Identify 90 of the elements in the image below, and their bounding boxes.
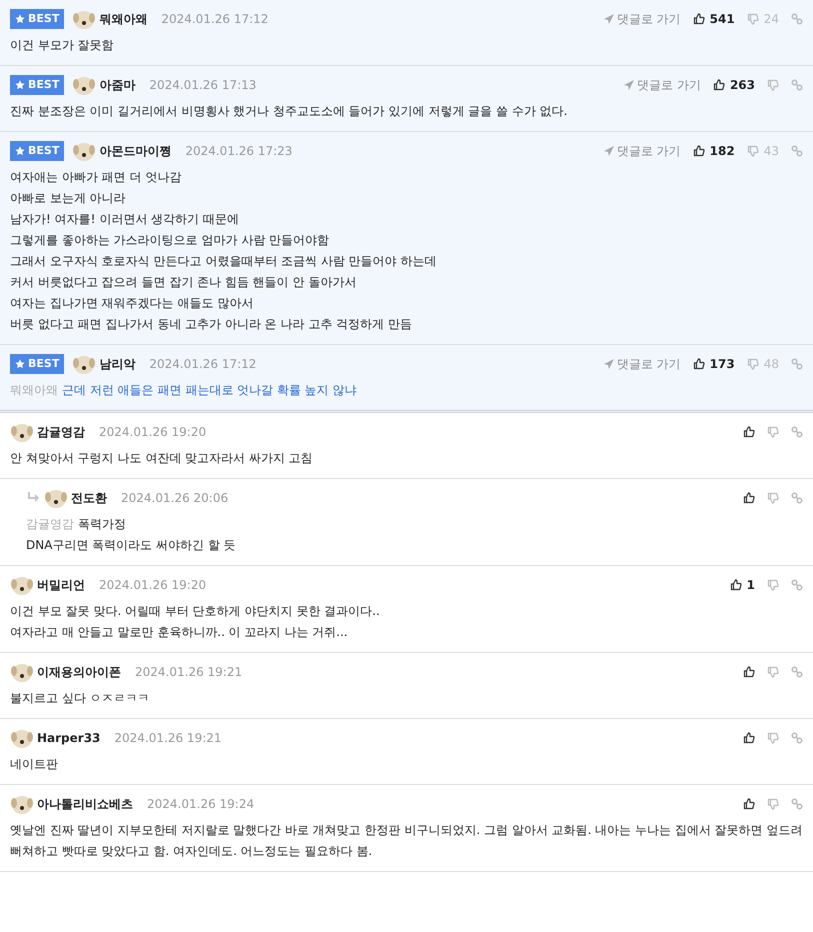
comment-date: 2024.01.26 17:23 xyxy=(185,143,292,160)
star-icon xyxy=(15,14,25,24)
link-icon[interactable] xyxy=(791,732,803,744)
comment-text: 옛날엔 진짜 딸년이 지부모한테 저지랄로 말했다간 바로 개쳐맞고 한정판 비구니되었지. 그럼 알아서 교화됨. 내아는 누나는 집에서 잘못하면 엎드려뻐쳐하고 빳따로 맞았다고 함. 여자인데도. 어느정도는 필요하다 봄. xyxy=(10,822,803,860)
like-count: 182 xyxy=(710,143,735,160)
author-name[interactable]: 전도환 xyxy=(71,489,107,507)
star-icon xyxy=(15,359,25,369)
comment-text: 불지르고 싶다 ㅇㅈㄹㅋㅋ xyxy=(10,690,150,707)
dislike-icon[interactable] xyxy=(767,79,779,91)
author-name[interactable]: 아몬드마이쪙 xyxy=(99,142,172,160)
like-icon[interactable] xyxy=(743,426,755,438)
dislike-icon[interactable] xyxy=(746,13,759,25)
comment-text: 폭력가정 xyxy=(78,516,126,533)
navigation-arrow-icon xyxy=(604,359,614,369)
link-icon[interactable] xyxy=(791,579,803,591)
dislike-count: 24 xyxy=(764,11,779,28)
link-icon[interactable] xyxy=(791,798,803,810)
comment-date: 2024.01.26 19:20 xyxy=(99,424,206,441)
comment-text: 안 쳐맞아서 구렁지 나도 여잔데 맞고자라서 싸가지 고침 xyxy=(10,450,313,467)
dislike-icon[interactable] xyxy=(767,579,779,591)
like-count: 541 xyxy=(710,11,735,28)
star-icon xyxy=(15,146,25,156)
dislike-icon[interactable] xyxy=(746,358,759,370)
author-name[interactable]: 아줌마 xyxy=(99,76,136,94)
comment-text: 여자라고 매 안들고 말로만 훈육하니까.. 이 꼬라지 나는 거쥐... xyxy=(10,624,348,641)
star-icon xyxy=(15,80,25,90)
reply-arrow-icon xyxy=(26,492,40,504)
like-icon[interactable] xyxy=(743,492,755,504)
best-badge: BEST xyxy=(10,75,64,95)
like-icon[interactable] xyxy=(743,798,755,810)
comment-text: 진짜 분조장은 이미 길거리에서 비명횡사 했거나 청주교도소에 들어가 있기에 저렇게 글을 쓸 수가 없다. xyxy=(10,103,568,120)
like-count: 1 xyxy=(746,577,755,594)
author-name[interactable]: 감귤영감 xyxy=(37,423,85,441)
like-icon[interactable] xyxy=(692,358,705,370)
link-icon[interactable] xyxy=(791,426,803,438)
author-name[interactable]: 남리악 xyxy=(99,355,136,373)
comment-date: 2024.01.26 19:21 xyxy=(114,730,222,747)
author-name[interactable]: 이재용의아이폰 xyxy=(37,663,121,681)
like-icon[interactable] xyxy=(743,732,755,744)
link-icon[interactable] xyxy=(791,13,803,25)
comment-text: 이건 부모가 잘못함 xyxy=(10,37,114,54)
like-icon[interactable] xyxy=(692,145,705,157)
navigation-arrow-icon xyxy=(604,14,614,24)
comment-text: 여자는 집나가면 재워주겠다는 애들도 많아서 xyxy=(10,295,254,312)
comment-text: 여자애는 아빠가 패면 더 엇나감 xyxy=(10,169,182,186)
comment-date: 2024.01.26 17:12 xyxy=(149,356,256,373)
comment-text: 아빠로 보는게 아니라 xyxy=(10,190,126,207)
like-icon[interactable] xyxy=(692,13,705,25)
comment-date: 2024.01.26 17:13 xyxy=(149,77,256,94)
like-count: 173 xyxy=(710,356,735,373)
dislike-count: 43 xyxy=(764,143,779,160)
comment-text: DNA구리면 폭력이라도 써야하긴 할 듯 xyxy=(26,537,236,554)
dislike-icon[interactable] xyxy=(746,145,759,157)
author-name[interactable]: 뭐왜아왜 xyxy=(99,10,148,28)
like-count: 263 xyxy=(730,77,755,94)
dislike-icon[interactable] xyxy=(767,666,779,678)
like-icon[interactable] xyxy=(712,79,725,91)
link-icon[interactable] xyxy=(791,145,803,157)
comment-date: 2024.01.26 19:21 xyxy=(135,664,242,681)
best-badge: BEST xyxy=(10,354,64,374)
like-icon[interactable] xyxy=(730,579,742,591)
comment-text: 이건 부모 잘못 맞다. 어릴때 부터 단호하게 야단치지 못한 결과이다.. xyxy=(10,603,380,620)
comment-text: 남자가! 여자를! 이러면서 생각하기 때문에 xyxy=(10,211,239,228)
dislike-icon[interactable] xyxy=(767,798,779,810)
navigation-arrow-icon xyxy=(604,146,614,156)
comment-text: 버릇 없다고 패면 집나가서 동네 고추가 아니라 온 나라 고추 걱정하게 만듬 xyxy=(10,316,412,333)
comment-text: 커서 버릇없다고 잡으려 들면 잡기 존나 힘듬 핸들이 안 돌아가서 xyxy=(10,274,356,291)
comment-date: 2024.01.26 17:12 xyxy=(161,11,268,28)
dislike-icon[interactable] xyxy=(767,732,779,744)
comment-text: 그렇게를 좋아하는 가스라이팅으로 엄마가 사람 만들어야함 xyxy=(10,232,330,249)
comment-date: 2024.01.26 20:06 xyxy=(121,490,228,507)
link-icon[interactable] xyxy=(791,492,803,504)
link-icon[interactable] xyxy=(791,358,803,370)
best-badge: BEST xyxy=(10,141,64,161)
comment-date: 2024.01.26 19:24 xyxy=(147,796,254,813)
author-name[interactable]: 버밀리언 xyxy=(37,576,85,594)
navigation-arrow-icon xyxy=(624,80,634,90)
comment-text: 그래서 오구자식 호로자식 만든다고 어렸을때부터 조금씩 사람 만들어야 하는데 xyxy=(10,253,437,270)
dislike-icon[interactable] xyxy=(767,426,779,438)
link-icon[interactable] xyxy=(791,79,803,91)
author-name[interactable]: Harper33 xyxy=(37,729,100,747)
link-icon[interactable] xyxy=(791,666,803,678)
like-icon[interactable] xyxy=(743,666,755,678)
dislike-count: 48 xyxy=(764,356,779,373)
comment-date: 2024.01.26 19:20 xyxy=(99,577,206,594)
author-name[interactable]: 아나톨리비쇼베츠 xyxy=(37,795,133,813)
best-badge: BEST xyxy=(10,9,64,29)
comment-text: 네이트판 xyxy=(10,756,58,773)
comment-text: 근데 저런 애들은 패면 패는대로 엇나갈 확률 높지 않냐 xyxy=(62,382,357,399)
dislike-icon[interactable] xyxy=(767,492,779,504)
